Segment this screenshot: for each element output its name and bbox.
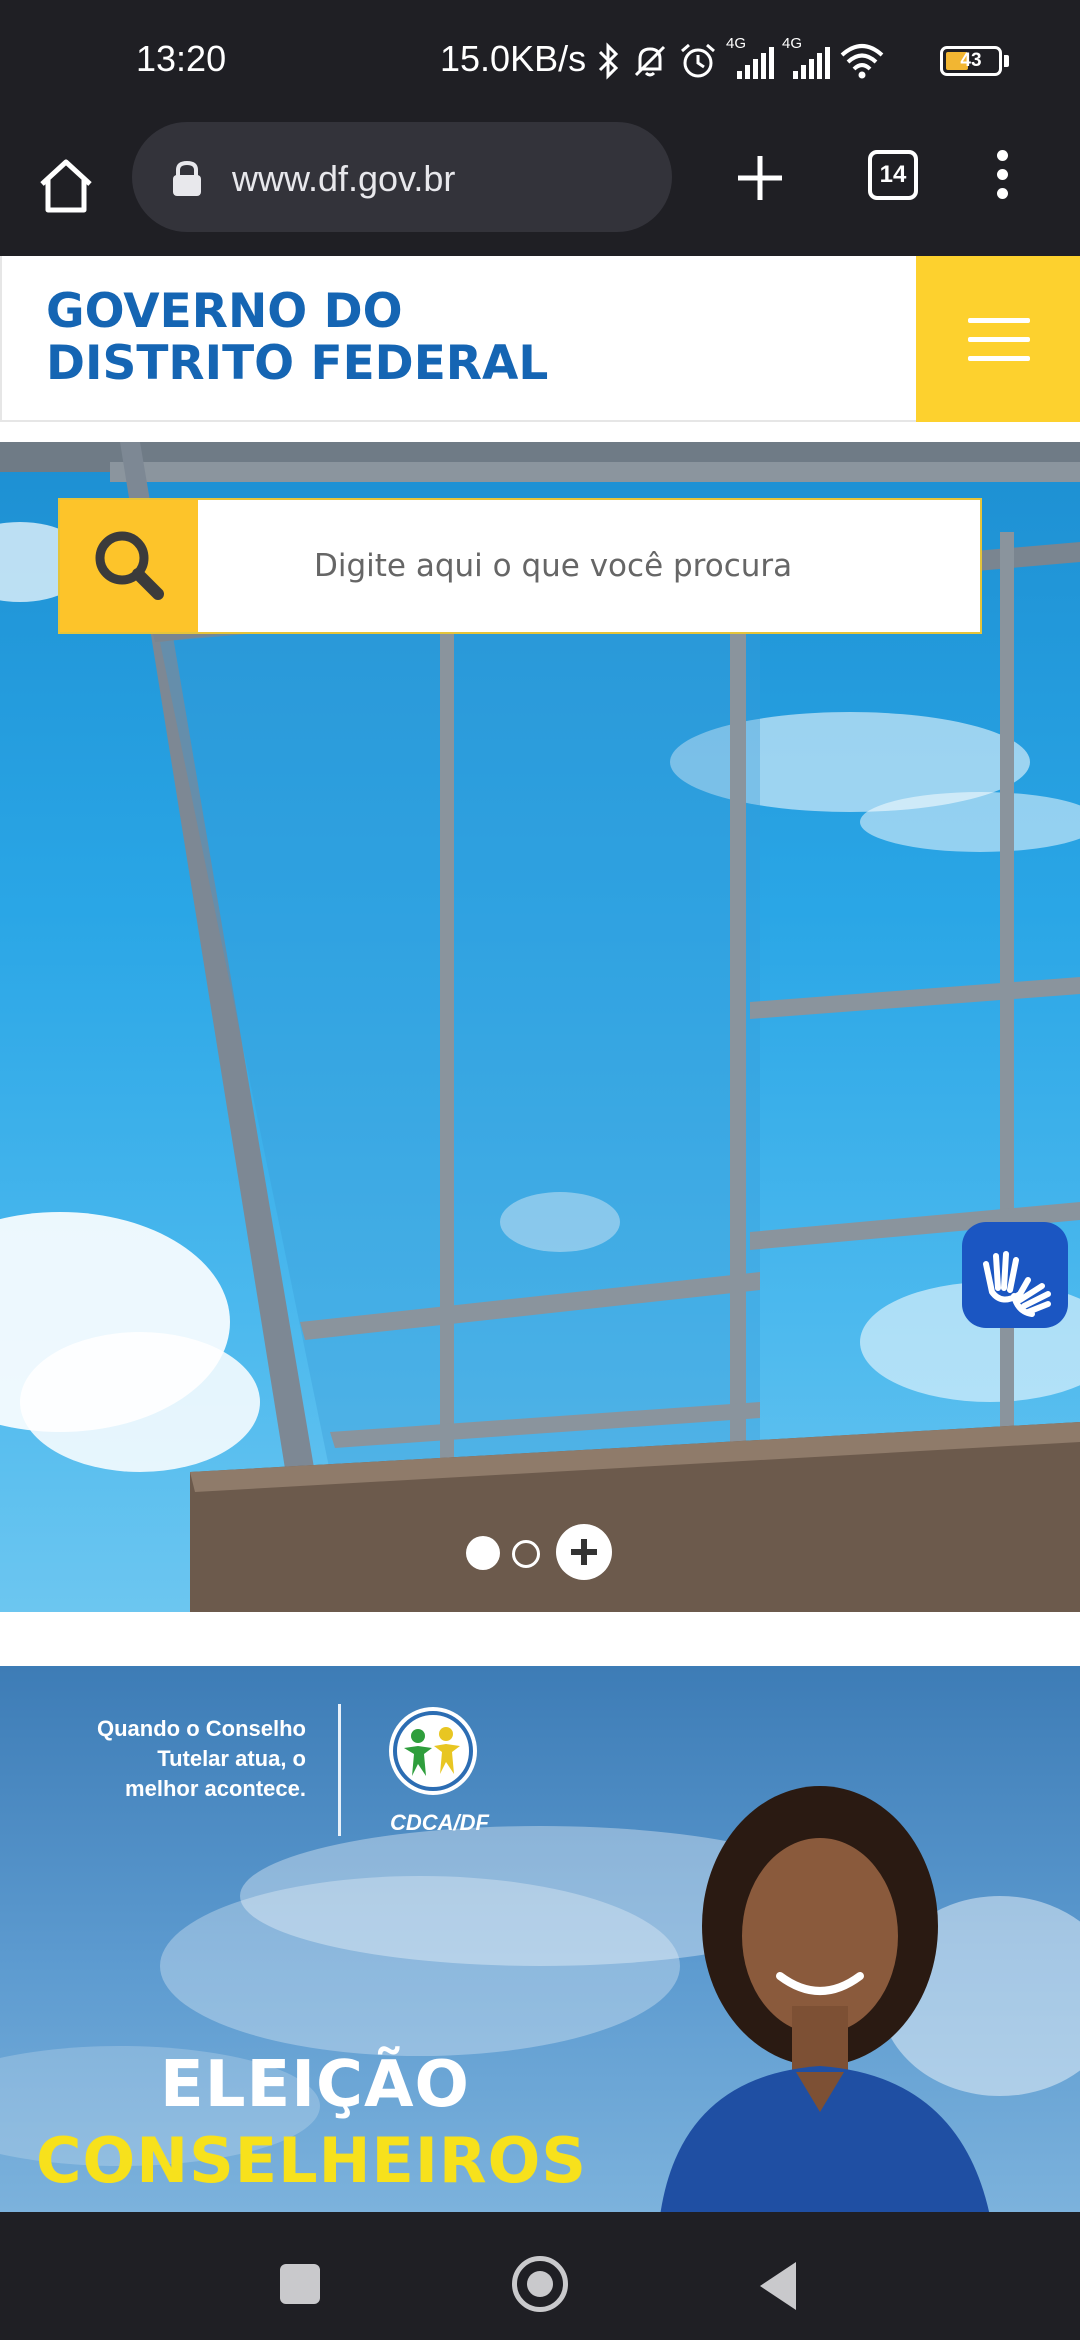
more-vert-icon[interactable] <box>990 150 1014 206</box>
carousel-dot-2[interactable] <box>512 1540 540 1568</box>
silent-bell-icon <box>634 45 666 77</box>
search-input[interactable] <box>198 500 978 632</box>
address-bar[interactable]: www.df.gov.br <box>132 122 672 232</box>
tabs-icon[interactable]: 14 <box>868 150 918 200</box>
banner-tagline: Quando o Conselho Tutelar atua, o melhor… <box>97 1716 306 1801</box>
battery-level: 43 <box>960 50 982 71</box>
hero-carousel[interactable] <box>0 442 1080 1612</box>
status-time: 13:20 <box>136 38 227 79</box>
url-text: www.df.gov.br <box>232 158 456 199</box>
search-box <box>58 498 982 634</box>
signal-icon: 4G <box>782 35 830 81</box>
banner-divider <box>338 1704 341 1836</box>
site-logo-title[interactable]: GOVERNO DO DISTRITO FEDERAL <box>46 286 548 390</box>
bluetooth-icon <box>598 42 619 80</box>
cdca-label: CDCA/DF <box>390 1810 489 1835</box>
recents-square-icon[interactable] <box>280 2264 320 2304</box>
hands-icon <box>983 1251 1051 1317</box>
network-speed: 15.0KB/s <box>440 38 587 79</box>
home-circle-icon[interactable] <box>512 2256 568 2312</box>
signal-icon: 4G <box>726 35 774 81</box>
browser-toolbar: www.df.gov.br 14 <box>0 120 1080 256</box>
battery-tip <box>1004 55 1009 67</box>
site-header: GOVERNO DO DISTRITO FEDERAL <box>0 256 1080 422</box>
carousel-more-button[interactable] <box>556 1524 612 1580</box>
election-banner[interactable]: Quando o Conselho Tutelar atua, o melhor… <box>0 1666 1080 2212</box>
status-icons: 4G 4G <box>596 35 886 86</box>
home-icon[interactable] <box>30 150 102 222</box>
site-title-line2: DISTRITO FEDERAL <box>46 336 549 391</box>
status-bar: 13:20 15.0KB/s 4G 4G 43 <box>0 0 1080 120</box>
cdca-logo <box>389 1707 477 1795</box>
system-nav-bar <box>0 2212 1080 2340</box>
site-title-line1: GOVERNO DO <box>46 284 403 339</box>
lock-icon <box>173 160 201 196</box>
alarm-icon <box>681 43 715 78</box>
banner-heading-line1: ELEIÇÃO <box>160 2048 470 2122</box>
search-icon <box>95 531 164 600</box>
plus-icon <box>571 1539 597 1565</box>
banner-heading-line2: CONSELHEIROS <box>36 2124 588 2197</box>
carousel-dot-1[interactable] <box>466 1536 500 1570</box>
hamburger-menu-button[interactable] <box>916 256 1080 422</box>
battery-icon: 43 <box>940 46 1002 76</box>
wifi-icon <box>840 44 884 79</box>
new-tab-plus-icon[interactable] <box>726 144 794 212</box>
sign-language-icon[interactable] <box>962 1222 1068 1328</box>
back-triangle-icon[interactable] <box>760 2262 796 2310</box>
search-button[interactable] <box>60 500 198 632</box>
person-photo <box>660 1786 990 2212</box>
